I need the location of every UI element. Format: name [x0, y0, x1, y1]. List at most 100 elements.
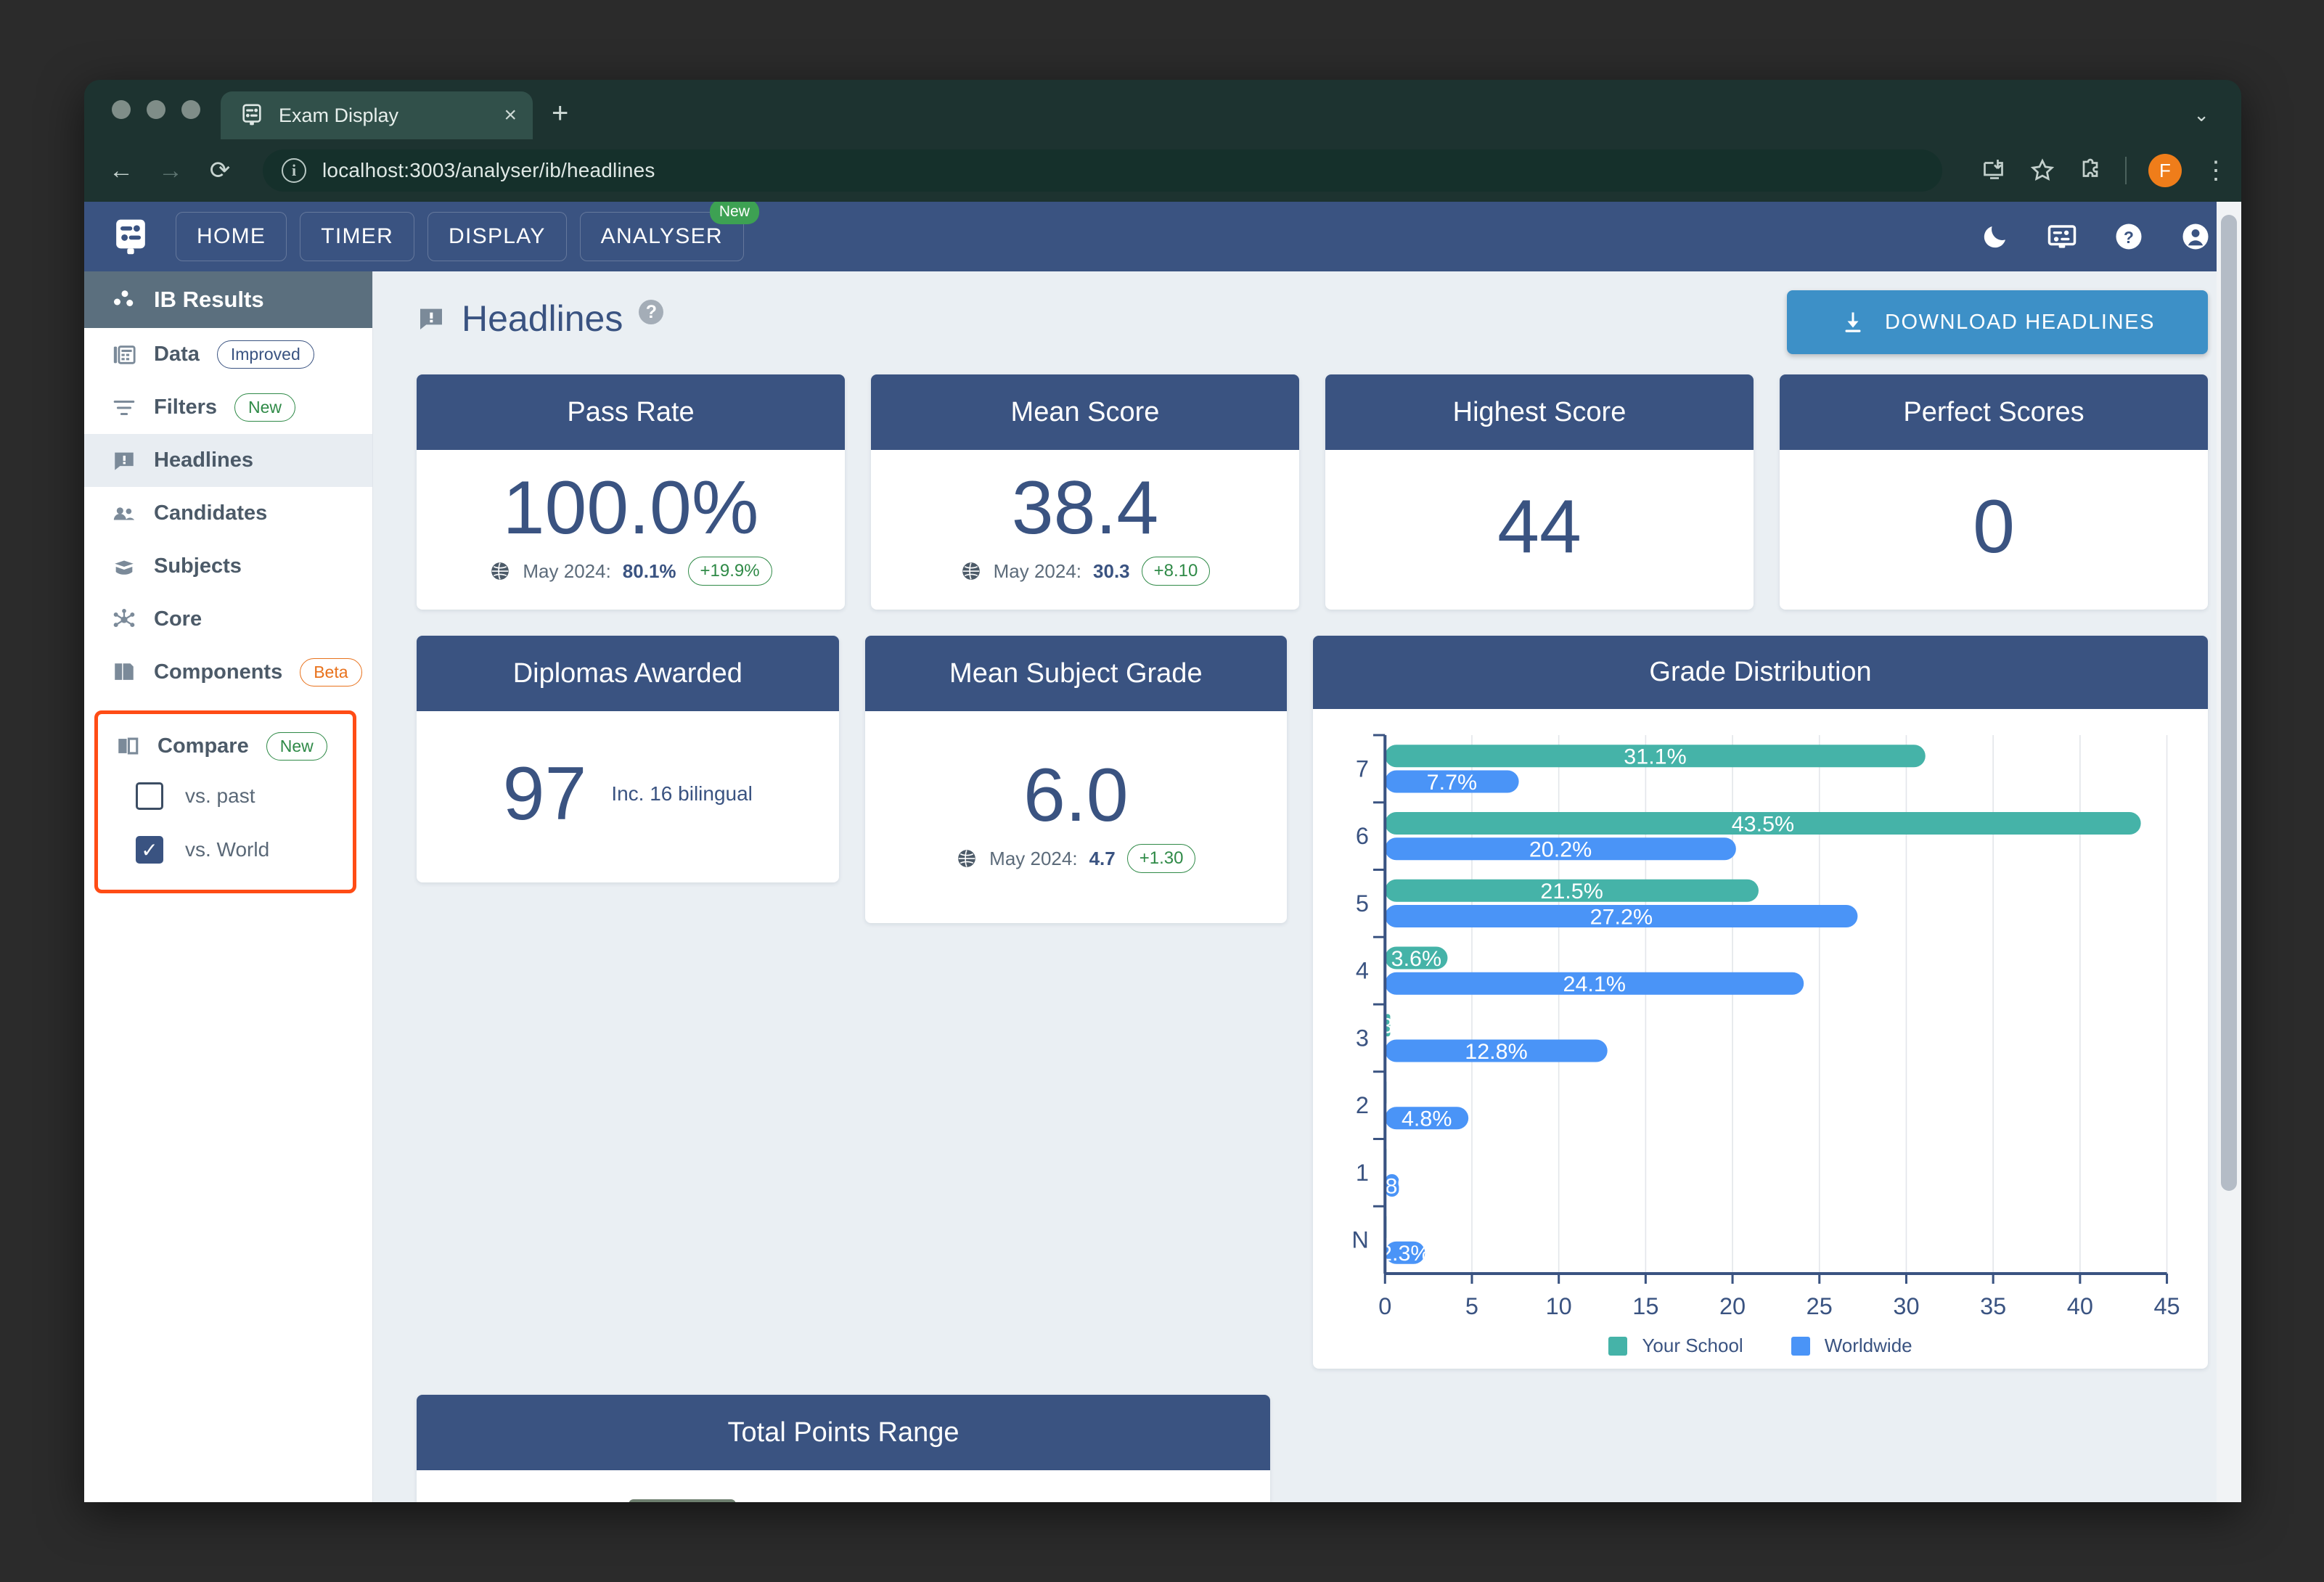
sidebar-item-headlines[interactable]: Headlines: [84, 434, 372, 487]
app-logo-icon[interactable]: [110, 216, 151, 257]
close-tab-button[interactable]: ×: [504, 104, 517, 126]
sidebar-item-components[interactable]: Components Beta: [84, 646, 372, 699]
hub-icon: [113, 608, 135, 627]
download-icon: [1845, 312, 1861, 332]
legend-item-worldwide[interactable]: Worldwide: [1791, 1335, 1912, 1357]
browser-menu-button[interactable]: ⋮: [2204, 157, 2228, 183]
total-points-slider[interactable]: 40 45 0: [470, 1499, 964, 1502]
y-tick-1: 1: [1356, 1160, 1369, 1186]
help-icon[interactable]: ?: [2114, 221, 2144, 252]
card-pass-rate-value: 100.0%: [502, 465, 759, 550]
card-pass-rate-compare-period: May 2024:: [523, 560, 611, 582]
page-scrollbar-thumb[interactable]: [2221, 215, 2237, 1191]
close-window-button[interactable]: [112, 100, 131, 119]
x-tick-45: 45: [2154, 1293, 2180, 1319]
dark-mode-moon-icon[interactable]: [1980, 221, 2010, 252]
nav-link-analyser[interactable]: ANALYSER New: [579, 202, 759, 261]
card-pass-rate: Pass Rate 100.0% May 2024: 80.1% +19.9%: [417, 374, 845, 610]
checkbox-row-vs-past[interactable]: vs. past: [98, 769, 353, 823]
checkbox-row-vs-world[interactable]: ✓ vs. World: [98, 823, 353, 877]
sidebar-item-compare-badge: New: [266, 731, 327, 761]
new-tab-button[interactable]: +: [552, 99, 568, 128]
minimize-window-button[interactable]: [147, 100, 165, 119]
toolbar-icons: F ⋮: [1964, 154, 2228, 187]
card-highest-score-title: Highest Score: [1325, 374, 1754, 450]
x-tick-20: 20: [1719, 1293, 1746, 1319]
svg-text:3.6%: 3.6%: [1391, 947, 1441, 971]
account-icon[interactable]: [2180, 221, 2211, 252]
card-mean-score-compare-period: May 2024:: [993, 560, 1082, 582]
download-headlines-button[interactable]: DOWNLOAD HEADLINES: [1787, 290, 2208, 354]
sidebar-item-core[interactable]: Core: [84, 593, 372, 646]
bar-6-worldwide: 20.2%: [1385, 837, 1736, 862]
help-icon[interactable]: ?: [639, 300, 664, 324]
card-diplomas-awarded-note: Inc. 16 bilingual: [611, 782, 753, 805]
card-mean-subject-grade-value: 6.0: [1023, 753, 1129, 837]
display-icon[interactable]: [2047, 221, 2077, 252]
svg-text:43.5%: 43.5%: [1732, 813, 1794, 837]
globe-icon: [958, 850, 976, 867]
checkbox-vs-world-label: vs. World: [185, 838, 270, 861]
profile-avatar[interactable]: F: [2148, 154, 2182, 187]
card-pass-rate-body: 100.0% May 2024: 80.1% +19.9%: [417, 450, 845, 610]
card-diplomas-awarded: Diplomas Awarded 97 Inc. 16 bilingual: [417, 636, 839, 882]
checkbox-vs-world[interactable]: ✓: [136, 836, 163, 864]
sidebar-item-compare[interactable]: Compare New: [98, 723, 353, 769]
bar-7-your-school: 31.1%: [1385, 745, 1926, 769]
extensions-puzzle-icon[interactable]: [2077, 157, 2103, 184]
y-tick-2: 2: [1356, 1092, 1369, 1118]
bookmark-star-icon[interactable]: [2029, 157, 2055, 184]
checkbox-vs-past[interactable]: [136, 782, 163, 810]
card-mean-subject-grade-body: 6.0 May 2024: 4.7 +1.30: [865, 711, 1288, 923]
nav-link-timer[interactable]: TIMER: [300, 212, 415, 261]
card-mean-score-value: 38.4: [1011, 465, 1159, 550]
address-bar[interactable]: i localhost:3003/analyser/ib/headlines: [263, 149, 1942, 192]
legend-label-worldwide: Worldwide: [1824, 1335, 1912, 1356]
reload-button[interactable]: ⟳: [206, 158, 234, 183]
window-controls[interactable]: [105, 80, 221, 139]
book-icon: [115, 560, 134, 575]
bar-2-worldwide: 4.8%: [1385, 1107, 1469, 1131]
sidebar: IB Results Data Improved Filters New Hea…: [84, 271, 373, 1502]
card-mean-subject-grade-delta: +1.30: [1126, 844, 1196, 874]
card-mean-score-body: 38.4 May 2024: 30.3 +8.10: [871, 450, 1299, 610]
checkbox-vs-past-label: vs. past: [185, 784, 255, 807]
globe-icon: [491, 562, 510, 580]
card-mean-subject-grade-title: Mean Subject Grade: [864, 636, 1288, 711]
browser-tab[interactable]: Exam Display ×: [221, 91, 533, 139]
maximize-window-button[interactable]: [181, 100, 200, 119]
card-diplomas-awarded-value: 97: [502, 751, 587, 836]
nav-link-display[interactable]: DISPLAY: [427, 212, 567, 261]
sidebar-item-subjects[interactable]: Subjects: [84, 540, 372, 593]
card-mean-subject-grade: Mean Subject Grade 6.0 May 2024: 4.7 +1.…: [864, 636, 1288, 923]
install-app-icon[interactable]: [1981, 157, 2008, 184]
page-body: IB Results Data Improved Filters New Hea…: [84, 271, 2241, 1502]
forward-button[interactable]: →: [157, 158, 184, 183]
nav-link-analyser-badge: New: [709, 202, 759, 224]
globe-icon: [962, 562, 980, 580]
back-button[interactable]: ←: [107, 158, 135, 183]
y-tick-5: 5: [1356, 890, 1369, 917]
sidebar-item-candidates[interactable]: Candidates: [84, 487, 372, 540]
tab-strip: Exam Display × + ⌄: [84, 80, 2241, 139]
nav-link-home[interactable]: HOME: [176, 212, 287, 261]
card-pass-rate-compare-value: 80.1%: [622, 560, 676, 582]
card-total-points-range: Total Points Range 40 45: [417, 1395, 1270, 1502]
site-info-icon[interactable]: i: [282, 158, 306, 183]
legend-item-your-school[interactable]: Your School: [1608, 1335, 1743, 1357]
sidebar-item-data[interactable]: Data Improved: [84, 328, 372, 381]
bar-5-worldwide: 27.2%: [1385, 904, 1858, 929]
card-perfect-scores-body: 0: [1780, 450, 2208, 610]
legend-swatch-worldwide: [1791, 1336, 1810, 1356]
page-scrollbar-track[interactable]: [2217, 202, 2241, 1502]
sidebar-item-filters[interactable]: Filters New: [84, 381, 372, 434]
legend-label-your-school: Your School: [1642, 1335, 1743, 1356]
bar-4-your-school: 3.6%: [1385, 946, 1448, 971]
chart-svg: 31.1% 7.7% 7 43.5% 20.2% 6 21.5% 27.2% 5 3.6% 24.1…: [1352, 734, 2180, 1319]
url-text: localhost:3003/analyser/ib/headlines: [322, 159, 655, 181]
chevron-down-icon[interactable]: ⌄: [2193, 104, 2209, 126]
card-grade-distribution-title: Grade Distribution: [1313, 636, 2208, 709]
x-tick-15: 15: [1632, 1293, 1658, 1319]
page-viewport: HOME TIMER DISPLAY ANALYSER New ? IB Res…: [84, 202, 2241, 1502]
nav-icons: ?: [1980, 221, 2211, 252]
